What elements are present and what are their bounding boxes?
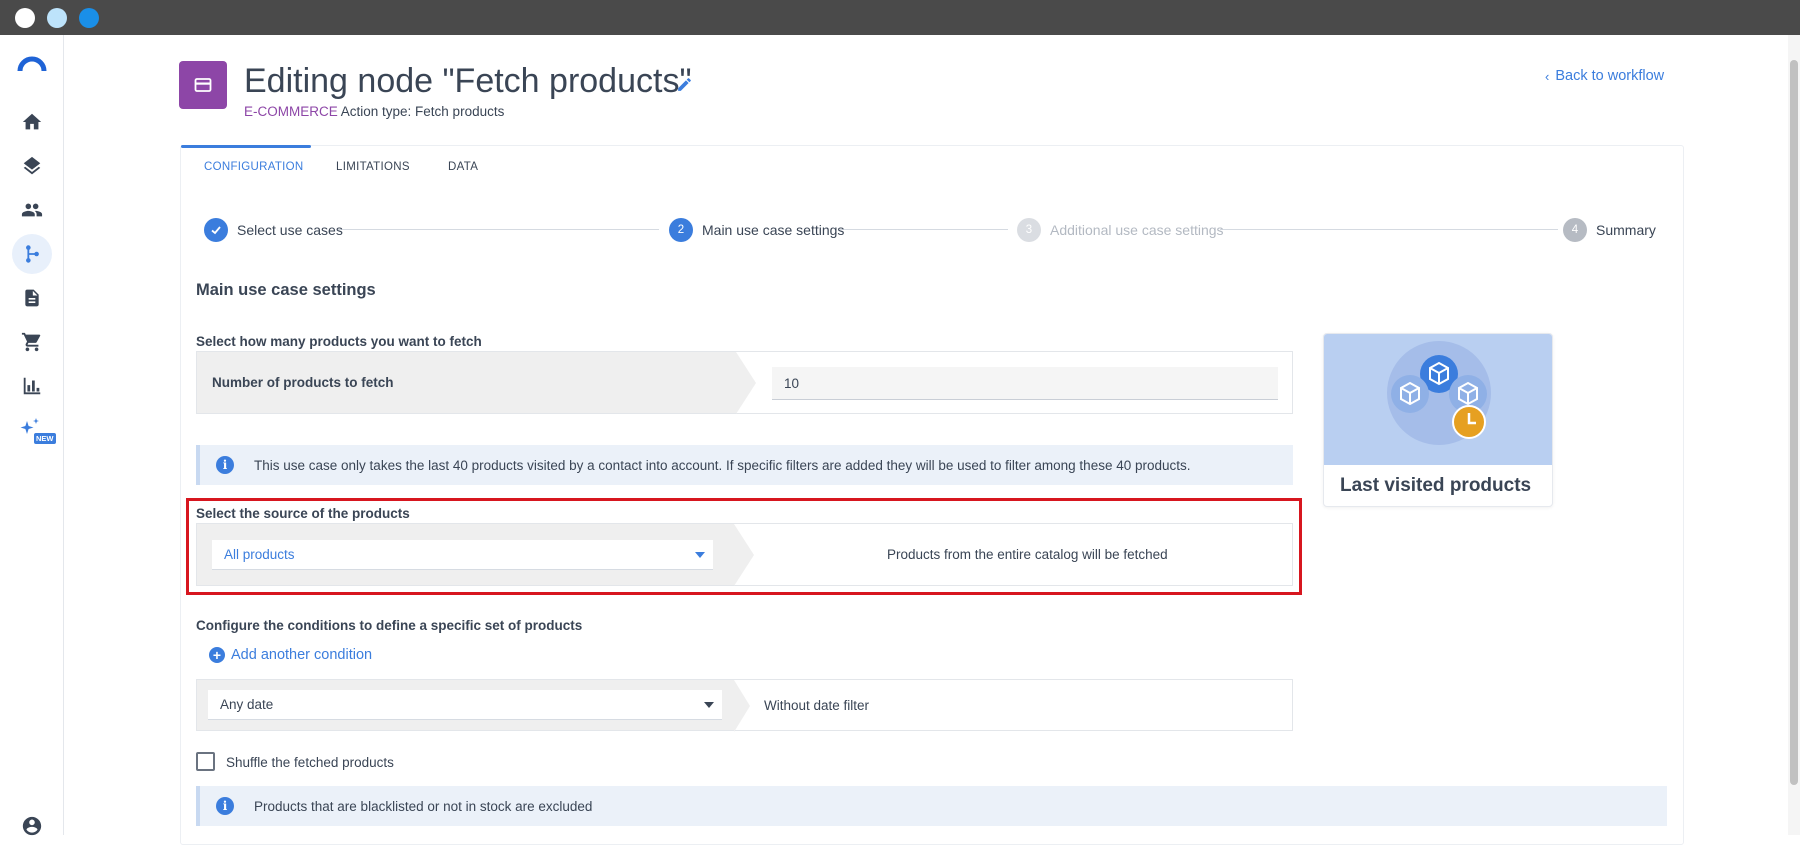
window-close-button[interactable] [15, 8, 35, 28]
node-type-icon [179, 61, 227, 109]
back-to-workflow-link[interactable]: ‹ Back to workflow [1545, 68, 1664, 84]
sidebar-item-account[interactable] [12, 806, 52, 846]
step-summary[interactable]: 4 Summary [1563, 218, 1656, 242]
window-minimize-button[interactable] [47, 8, 67, 28]
usecase-illustration [1324, 334, 1552, 465]
document-icon [25, 289, 39, 307]
panel-arrow [736, 352, 756, 414]
date-select[interactable]: Any date [208, 690, 722, 720]
conditions-prompt: Configure the conditions to define a spe… [196, 618, 583, 633]
count-label: Number of products to fetch [212, 375, 394, 390]
cart-icon [21, 332, 41, 352]
info-icon: i [216, 456, 234, 474]
page-title: Editing node "Fetch products" [244, 62, 692, 100]
step-additional-settings[interactable]: 3 Additional use case settings [1017, 218, 1224, 242]
node-category: E-COMMERCE [244, 104, 338, 119]
sidebar-item-contacts[interactable] [12, 190, 52, 230]
exclusion-banner: i Products that are blacklisted or not i… [196, 786, 1667, 826]
info-text: This use case only takes the last 40 pro… [254, 457, 1191, 473]
date-condition-panel: Any date Without date filter [196, 679, 1293, 732]
tab-configuration[interactable]: CONFIGURATION [204, 161, 304, 173]
sidebar-item-ai[interactable]: NEW [12, 410, 56, 450]
step-number: 2 [669, 218, 693, 242]
date-select-value: Any date [220, 697, 274, 712]
chevron-down-icon [704, 701, 714, 708]
node-action-type: Action type: Fetch products [337, 104, 505, 119]
scrollbar-thumb[interactable] [1790, 60, 1798, 785]
date-description: Without date filter [764, 698, 870, 713]
step-label: Main use case settings [702, 222, 845, 238]
back-link-label: Back to workflow [1555, 68, 1665, 84]
count-prompt: Select how many products you want to fet… [196, 334, 482, 349]
stepper-connector [840, 229, 1008, 230]
pencil-icon [678, 78, 691, 91]
add-condition-button[interactable]: + Add another condition [209, 647, 372, 663]
edit-title-button[interactable] [676, 76, 693, 98]
add-condition-label: Add another condition [231, 647, 373, 663]
panel-arrow [734, 680, 750, 732]
people-icon [21, 203, 43, 217]
sidebar-item-layers[interactable] [12, 146, 52, 186]
source-description: Products from the entire catalog will be… [887, 547, 1168, 562]
sidebar-item-workflows[interactable] [12, 234, 52, 274]
account-icon [22, 816, 42, 836]
step-select-use-cases[interactable]: Select use cases [204, 218, 343, 242]
info-banner: i This use case only takes the last 40 p… [196, 445, 1293, 485]
sidebar: NEW [0, 35, 64, 836]
shuffle-checkbox[interactable] [196, 752, 215, 771]
source-select[interactable]: All products [212, 540, 713, 570]
boxes-clock-icon [1387, 341, 1491, 445]
home-icon [22, 113, 42, 130]
card-icon [194, 78, 212, 92]
sidebar-item-ecommerce[interactable] [12, 322, 52, 362]
panel-arrow [734, 524, 754, 586]
window-maximize-button[interactable] [79, 8, 99, 28]
step-label: Additional use case settings [1050, 222, 1224, 238]
node-subtitle: E-COMMERCE Action type: Fetch products [244, 104, 504, 119]
section-title: Main use case settings [196, 281, 376, 299]
step-label: Select use cases [237, 222, 343, 238]
usecase-card[interactable]: Last visited products [1323, 333, 1553, 507]
source-select-value: All products [224, 547, 295, 562]
new-badge: NEW [34, 433, 56, 444]
layers-icon [23, 156, 41, 175]
shuffle-label: Shuffle the fetched products [226, 755, 394, 770]
window-titlebar [0, 0, 1800, 35]
info-icon: i [216, 797, 234, 815]
step-number: 4 [1563, 218, 1587, 242]
source-prompt: Select the source of the products [196, 506, 410, 521]
chevron-left-icon: ‹ [1545, 68, 1550, 84]
brand-logo[interactable] [17, 55, 47, 78]
sidebar-item-templates[interactable] [12, 278, 52, 318]
plus-icon: + [209, 647, 225, 663]
usecase-title: Last visited products [1340, 475, 1532, 496]
exclusion-text: Products that are blacklisted or not in … [254, 798, 593, 814]
tab-limitations[interactable]: LIMITATIONS [336, 161, 410, 173]
bar-chart-icon [23, 377, 41, 395]
chevron-down-icon [695, 551, 705, 558]
active-tab-indicator [181, 145, 311, 148]
page-scrollbar[interactable] [1788, 35, 1800, 835]
step-main-settings[interactable]: 2 Main use case settings [669, 218, 844, 242]
step-label: Summary [1596, 222, 1656, 238]
step-number: 3 [1017, 218, 1041, 242]
sidebar-item-analytics[interactable] [12, 366, 52, 406]
sidebar-item-home[interactable] [12, 102, 52, 142]
tab-data[interactable]: DATA [448, 161, 478, 173]
stepper-connector [337, 229, 659, 230]
count-input[interactable]: 10 [772, 367, 1278, 400]
workflow-icon [26, 245, 39, 263]
count-panel: Number of products to fetch 10 [196, 351, 1293, 414]
check-icon [204, 218, 228, 242]
source-panel: All products Products from the entire ca… [196, 523, 1293, 586]
stepper-connector [1220, 229, 1558, 230]
